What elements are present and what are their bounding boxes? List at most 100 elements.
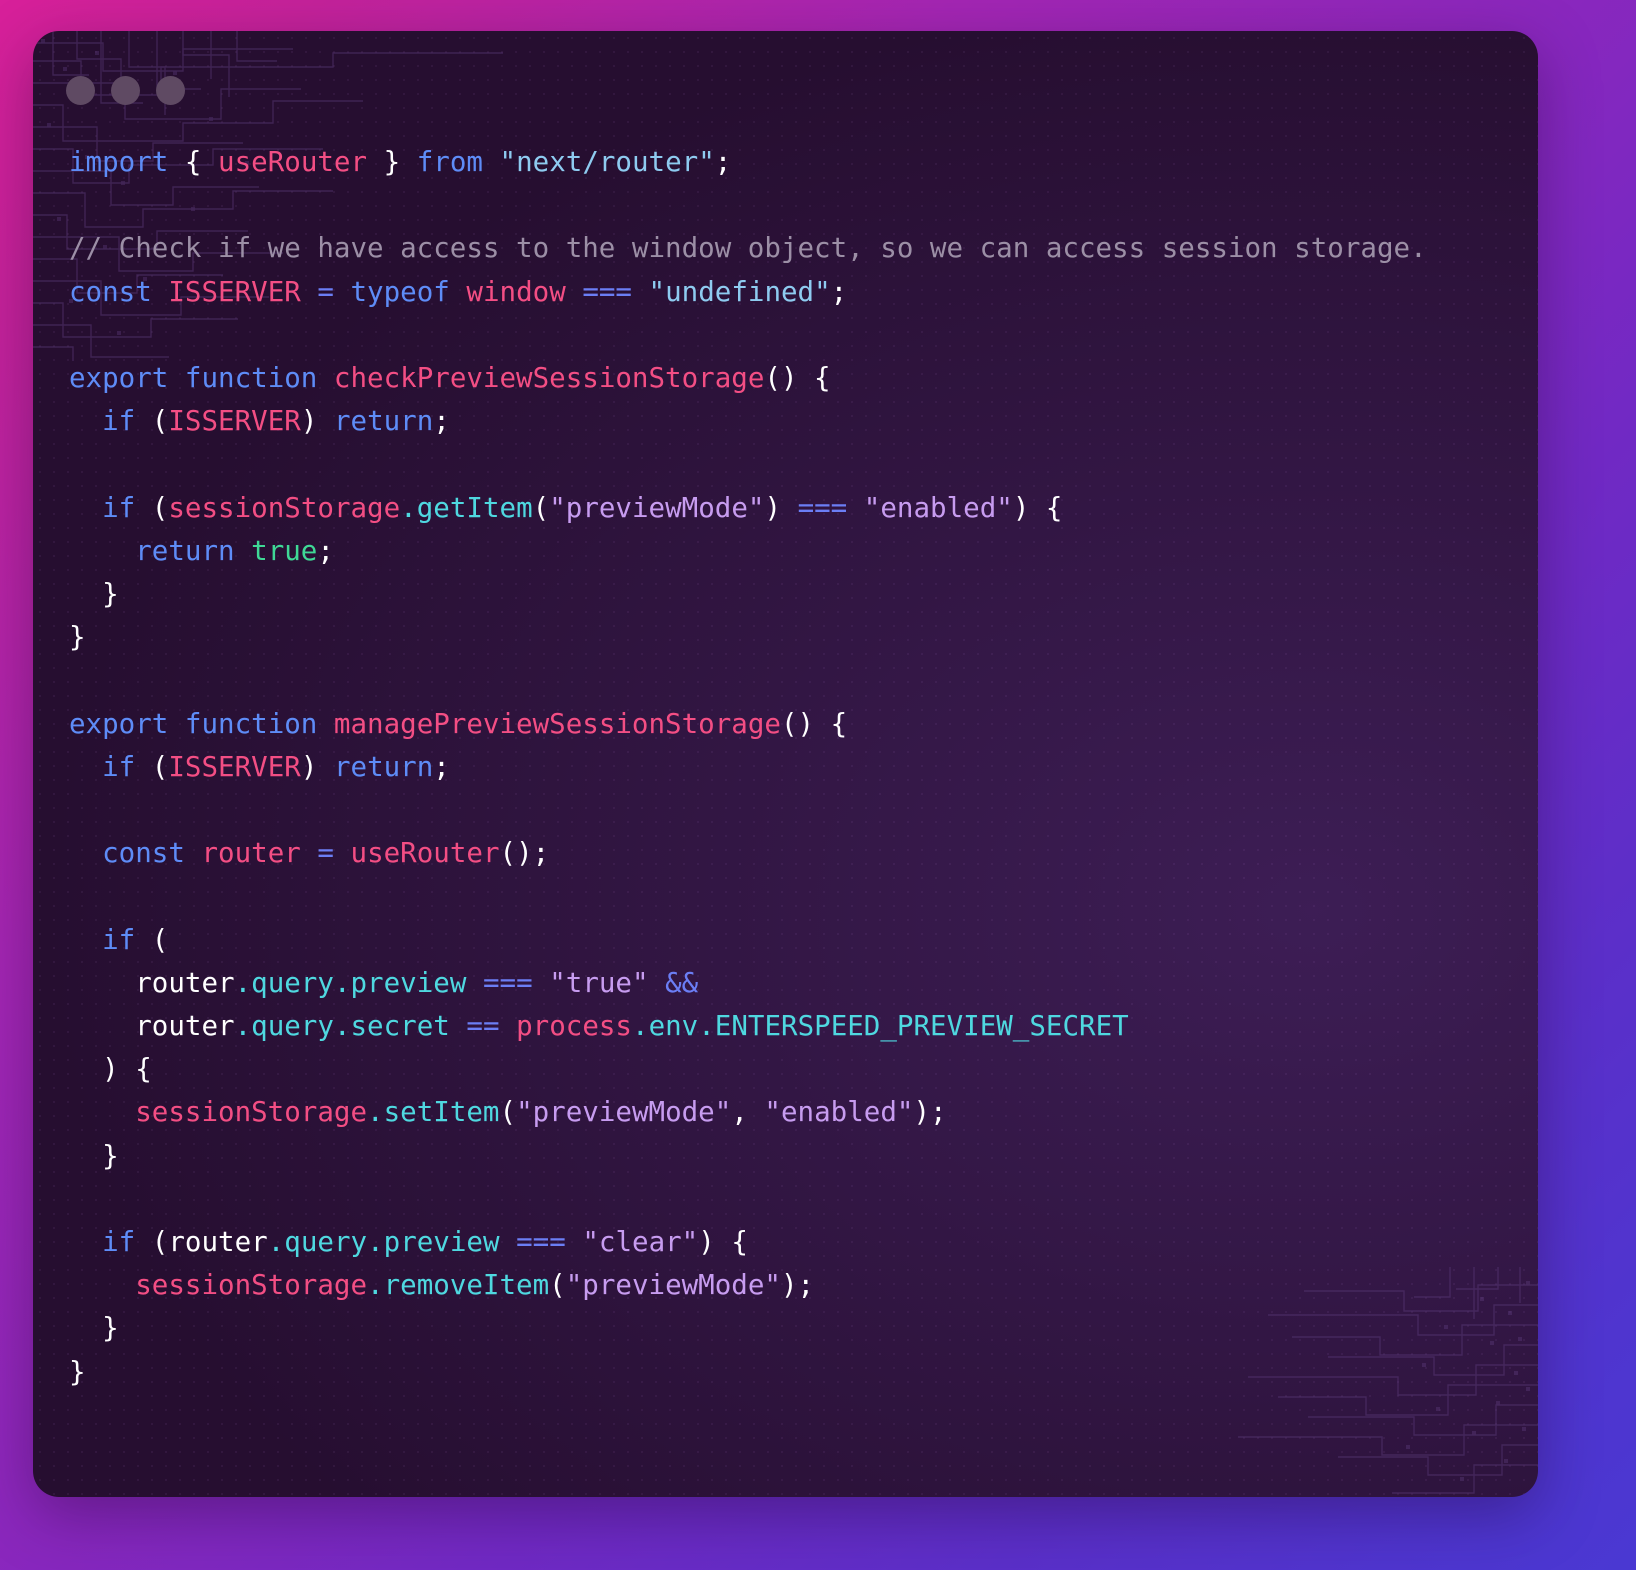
code-token: typeof [350, 275, 450, 308]
code-token: getItem [416, 491, 533, 524]
code-token: ISSERVER [168, 275, 301, 308]
code-line: } [69, 1351, 1514, 1394]
code-token: ENTERSPEED_PREVIEW_SECRET [714, 1010, 1129, 1043]
code-token: export [69, 707, 169, 740]
code-token: . [632, 1010, 649, 1043]
maximize-window-icon[interactable] [156, 76, 185, 105]
code-token: (); [499, 837, 550, 870]
code-token: ) { [698, 1226, 748, 1259]
code-token: } [69, 1312, 119, 1345]
code-line: router.query.preview === "true" && [69, 962, 1514, 1005]
code-token: ( [135, 1226, 169, 1259]
code-token: // Check if we have access to the window… [69, 232, 1427, 265]
code-token: import [69, 146, 169, 178]
code-token: router [69, 966, 235, 999]
code-token: query [251, 1010, 334, 1043]
code-line: const router = useRouter(); [69, 832, 1514, 875]
code-line: } [69, 573, 1514, 616]
code-token: } [69, 621, 86, 654]
code-token: if [102, 923, 136, 956]
code-token: . [400, 491, 417, 524]
code-token: query [284, 1226, 368, 1259]
code-token: query [251, 966, 334, 999]
code-line: import { useRouter } from "next/router"; [69, 141, 1514, 184]
code-line: sessionStorage.setItem("previewMode", "e… [69, 1091, 1514, 1134]
close-window-icon[interactable] [66, 76, 95, 105]
code-token: process [516, 1010, 632, 1043]
code-token: useRouter [350, 837, 500, 870]
code-token: . [234, 966, 252, 999]
code-line: if (router.query.preview === "clear") { [69, 1221, 1514, 1264]
code-token: router [69, 1010, 235, 1043]
code-token: ; [433, 405, 450, 438]
code-token: ( [499, 1096, 517, 1129]
code-token: ; [433, 750, 450, 783]
code-token: . [333, 1010, 351, 1043]
code-token: setItem [383, 1096, 500, 1129]
code-token: . [698, 1010, 715, 1043]
code-token: return [333, 405, 434, 438]
code-token: env [648, 1010, 699, 1043]
code-token: ( [532, 491, 550, 524]
code-line: ) { [69, 1048, 1514, 1091]
code-line: export function managePreviewSessionStor… [69, 703, 1514, 746]
code-token: removeItem [383, 1269, 550, 1302]
code-token: sessionStorage [168, 491, 401, 524]
code-line: export function checkPreviewSessionStora… [69, 357, 1514, 400]
code-token: checkPreviewSessionStorage [333, 362, 765, 395]
code-token: "next/router" [499, 146, 715, 178]
code-token: "previewMode" [565, 1269, 781, 1302]
code-token: if [102, 491, 136, 524]
code-token: () { [780, 707, 848, 740]
code-token: } [69, 578, 119, 611]
code-token: ( [135, 750, 169, 783]
code-line: // Check if we have access to the window… [69, 227, 1514, 270]
code-line: return true; [69, 530, 1514, 573]
code-token: } [69, 1139, 119, 1172]
code-token: ) [764, 491, 798, 524]
code-token: const [102, 837, 185, 870]
code-line: } [69, 1307, 1514, 1350]
code-token: } [383, 146, 401, 178]
code-token: ; [317, 534, 334, 567]
code-token: useRouter [218, 146, 368, 178]
minimize-window-icon[interactable] [111, 76, 140, 105]
code-line: if (sessionStorage.getItem("previewMode"… [69, 487, 1514, 530]
code-token: ; [830, 275, 848, 308]
code-token: "enabled" [863, 491, 1013, 524]
code-token: ( [135, 405, 169, 438]
code-token: ISSERVER [168, 750, 301, 783]
code-token: ) { [1012, 491, 1063, 524]
code-token: ISSERVER [168, 405, 301, 438]
code-line: router.query.secret == process.env.ENTER… [69, 1005, 1514, 1048]
code-token: managePreviewSessionStorage [333, 707, 781, 740]
code-token: true [251, 534, 318, 567]
code-token: function [184, 707, 318, 740]
code-token: "previewMode" [549, 491, 765, 524]
code-token: router [168, 1226, 268, 1259]
code-block[interactable]: import { useRouter } from "next/router";… [69, 141, 1514, 1394]
